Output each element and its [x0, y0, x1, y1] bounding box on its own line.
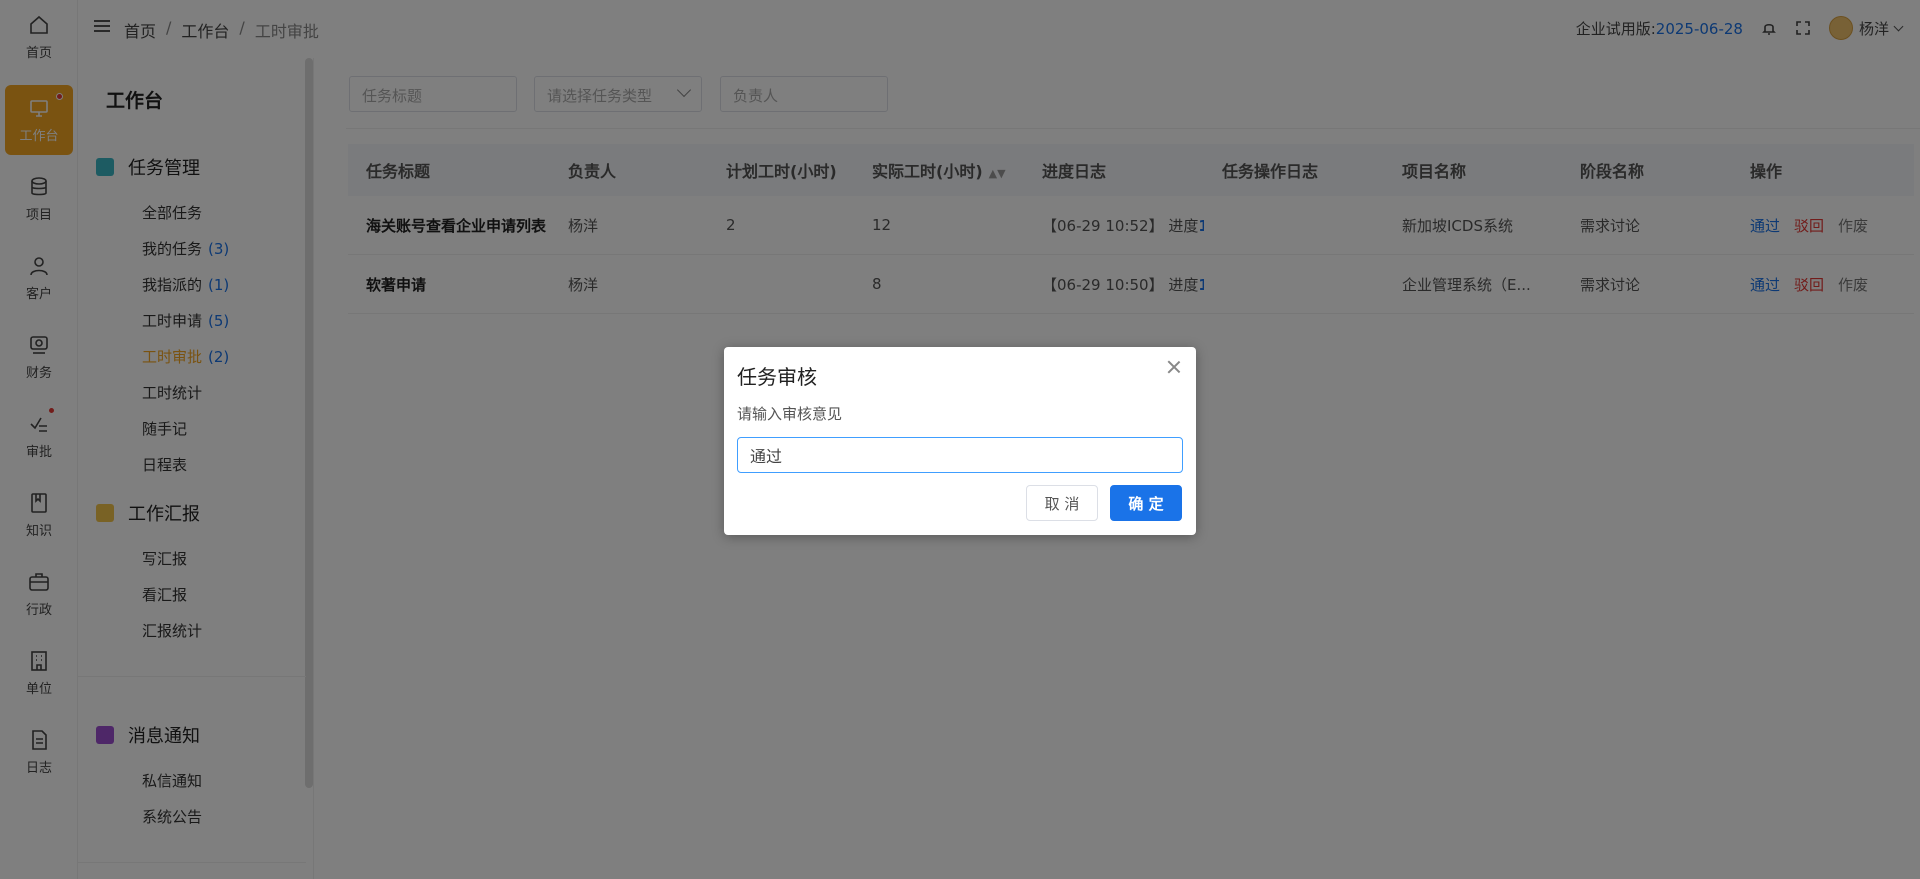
review-comment-input[interactable]: [737, 437, 1183, 473]
dialog-message: 请输入审核意见: [737, 405, 843, 423]
review-dialog: 任务审核 请输入审核意见 取 消 确 定: [724, 347, 1196, 535]
dialog-title: 任务审核: [737, 365, 817, 389]
cancel-button[interactable]: 取 消: [1026, 485, 1098, 521]
confirm-button[interactable]: 确 定: [1110, 485, 1182, 521]
close-icon[interactable]: [1166, 359, 1182, 375]
